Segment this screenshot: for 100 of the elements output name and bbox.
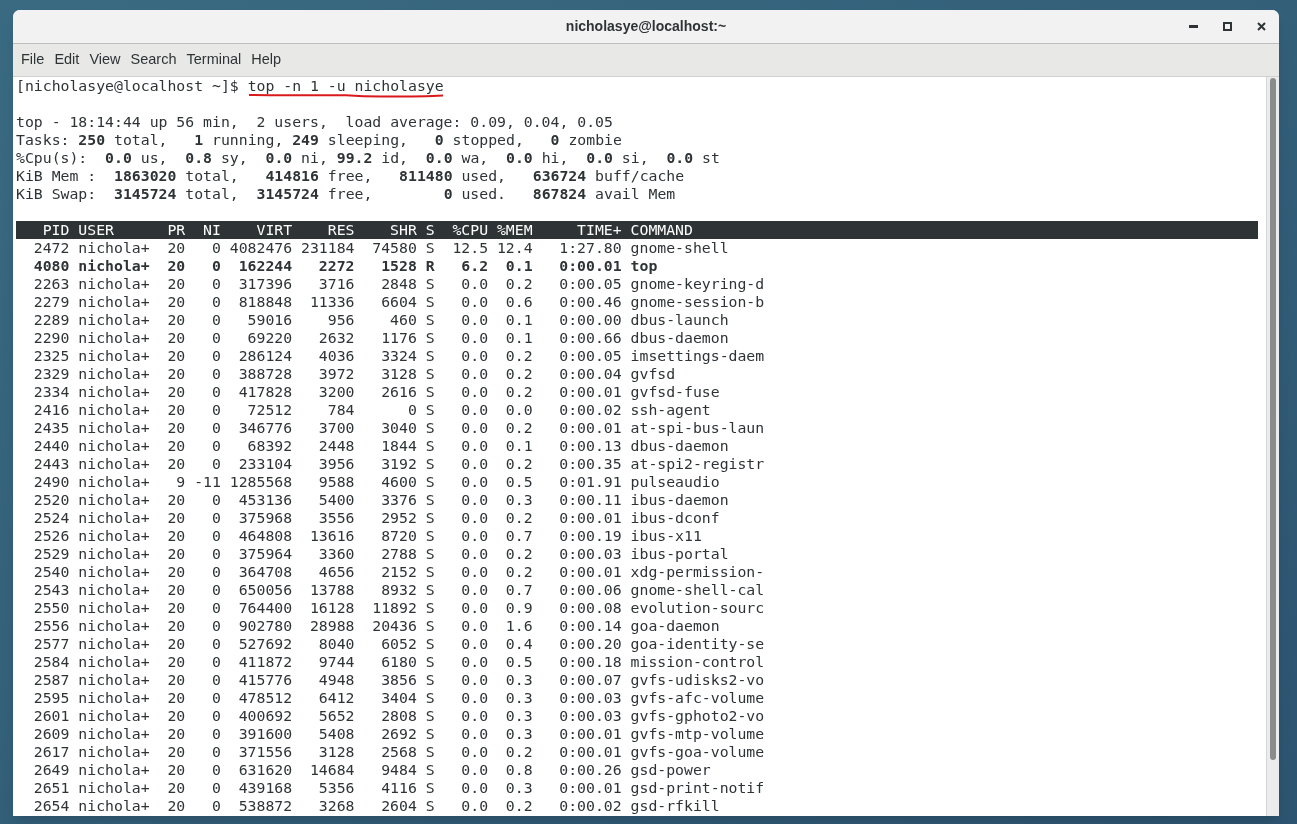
- table-cell: S: [425, 779, 435, 797]
- table-cell-text: 3360: [317, 545, 355, 563]
- table-cell: dbus-launch: [630, 311, 729, 329]
- table-cell-text: 375968: [237, 509, 293, 527]
- table-cell-text: 0:00.19: [558, 527, 622, 545]
- table-cell-text: 0.2: [504, 275, 533, 293]
- table-cell-text: 2550: [32, 599, 70, 617]
- maximize-icon: [1222, 22, 1232, 31]
- table-cell-text: 9: [175, 473, 186, 491]
- table-cell-text: 0:00.03: [558, 707, 622, 725]
- table-cell-text: 0.3: [504, 707, 533, 725]
- table-cell-text: 0:00.06: [558, 581, 622, 599]
- table-cell-text: 20: [166, 491, 186, 509]
- table-cell-text: 784: [326, 401, 355, 419]
- table-cell-text: 2272: [317, 257, 355, 275]
- scrollbar-thumb[interactable]: [1270, 78, 1276, 760]
- table-cell: S: [425, 311, 435, 329]
- table-cell-text: 0.0: [460, 635, 489, 653]
- table-cell: xdg-permission-: [630, 563, 765, 581]
- table-cell-text: 956: [326, 311, 355, 329]
- table-cell-text: 1844: [380, 437, 417, 455]
- table-cell-text: 0.2: [504, 419, 533, 437]
- table-cell-text: 20: [166, 527, 186, 545]
- table-cell: S: [425, 761, 435, 779]
- table-cell-text: 0: [210, 779, 221, 797]
- table-cell: nichola+: [78, 545, 150, 563]
- table-cell: S: [425, 365, 435, 383]
- window-title: nicholasye@localhost:~: [565, 17, 727, 36]
- table-cell-text: 0.2: [504, 545, 533, 563]
- table-cell-text: 0:00.01: [558, 725, 622, 743]
- column-header: COMMAND: [630, 221, 693, 239]
- table-cell-text: 0:00.18: [558, 653, 622, 671]
- table-cell-text: 0.0: [504, 401, 533, 419]
- menu-item[interactable]: Help: [246, 49, 287, 71]
- table-cell-text: 3128: [380, 365, 417, 383]
- table-cell-text: 0.0: [460, 689, 489, 707]
- table-cell-text: 6604: [380, 293, 417, 311]
- table-cell: at-spi-bus-laun: [630, 419, 765, 437]
- table-cell-text: 0.1: [504, 437, 533, 455]
- table-cell-text: 2152: [380, 563, 417, 581]
- table-cell: R: [425, 257, 435, 275]
- table-cell-text: 20: [166, 383, 186, 401]
- table-cell: ibus-portal: [630, 545, 729, 563]
- table-cell-text: 0.4: [504, 635, 533, 653]
- table-cell: at-spi2-registr: [630, 455, 765, 473]
- table-cell-text: 0:00.01: [558, 779, 622, 797]
- table-cell: gnome-session-b: [630, 293, 765, 311]
- table-cell-text: 20: [166, 761, 186, 779]
- table-cell: S: [425, 329, 435, 347]
- table-cell-text: 0: [210, 581, 221, 599]
- table-cell: -11: [194, 473, 221, 491]
- menu-item[interactable]: Search: [125, 49, 182, 71]
- table-cell: S: [425, 293, 435, 311]
- table-cell-text: 0: [210, 293, 221, 311]
- table-cell-text: 20: [166, 599, 186, 617]
- table-cell: nichola+: [78, 653, 150, 671]
- table-cell-text: 631620: [237, 761, 293, 779]
- summary-line: KiB Mem : 1863020 total, 414816 free, 811480 used, 636724 buff/cache: [16, 167, 685, 185]
- table-cell: nichola+: [78, 419, 150, 437]
- table-cell: gsd-rfkill: [630, 797, 720, 815]
- table-cell-text: 0: [210, 347, 221, 365]
- table-cell-text: 20: [166, 707, 186, 725]
- table-cell-text: 2520: [32, 491, 70, 509]
- table-cell-text: 0.0: [460, 743, 489, 761]
- table-cell-text: 764400: [237, 599, 293, 617]
- table-cell-text: 0.5: [504, 653, 533, 671]
- table-cell-text: 13788: [308, 581, 355, 599]
- column-header: %CPU: [451, 221, 489, 239]
- menu-item[interactable]: File: [16, 49, 50, 71]
- column-header: USER: [78, 221, 115, 239]
- table-cell-text: 4036: [317, 347, 355, 365]
- table-cell: nichola+: [78, 383, 150, 401]
- table-cell-text: 9588: [317, 473, 355, 491]
- table-cell-text: 0:00.01: [558, 419, 622, 437]
- typed-command: top -n 1 -u nicholasye: [247, 77, 444, 95]
- table-cell-text: 2649: [32, 761, 70, 779]
- table-cell-text: 0.0: [460, 599, 489, 617]
- menu-item[interactable]: Edit: [49, 49, 85, 71]
- table-cell: gnome-shell: [630, 239, 729, 257]
- table-cell-text: 20: [166, 329, 186, 347]
- table-cell-text: 2556: [32, 617, 70, 635]
- table-cell: S: [425, 239, 435, 257]
- table-cell-text: 3856: [380, 671, 417, 689]
- table-cell-text: 2443: [32, 455, 70, 473]
- table-cell-text: 20: [166, 311, 186, 329]
- table-cell-text: 0.0: [460, 617, 489, 635]
- table-cell-text: 0.0: [460, 275, 489, 293]
- table-cell: nichola+: [78, 293, 150, 311]
- table-cell-text: 3716: [317, 275, 355, 293]
- table-cell-text: 0.0: [460, 311, 489, 329]
- table-cell-text: 400692: [237, 707, 293, 725]
- menu-item[interactable]: Terminal: [181, 49, 247, 71]
- table-cell: nichola+: [78, 797, 150, 815]
- table-cell-text: 3268: [317, 797, 355, 815]
- table-cell: nichola+: [78, 455, 150, 473]
- table-cell-text: 0.8: [504, 761, 533, 779]
- table-cell-text: 5356: [317, 779, 355, 797]
- menu-item[interactable]: View: [84, 49, 126, 71]
- table-cell-text: 2472: [32, 239, 70, 257]
- table-cell-text: 0.0: [460, 527, 489, 545]
